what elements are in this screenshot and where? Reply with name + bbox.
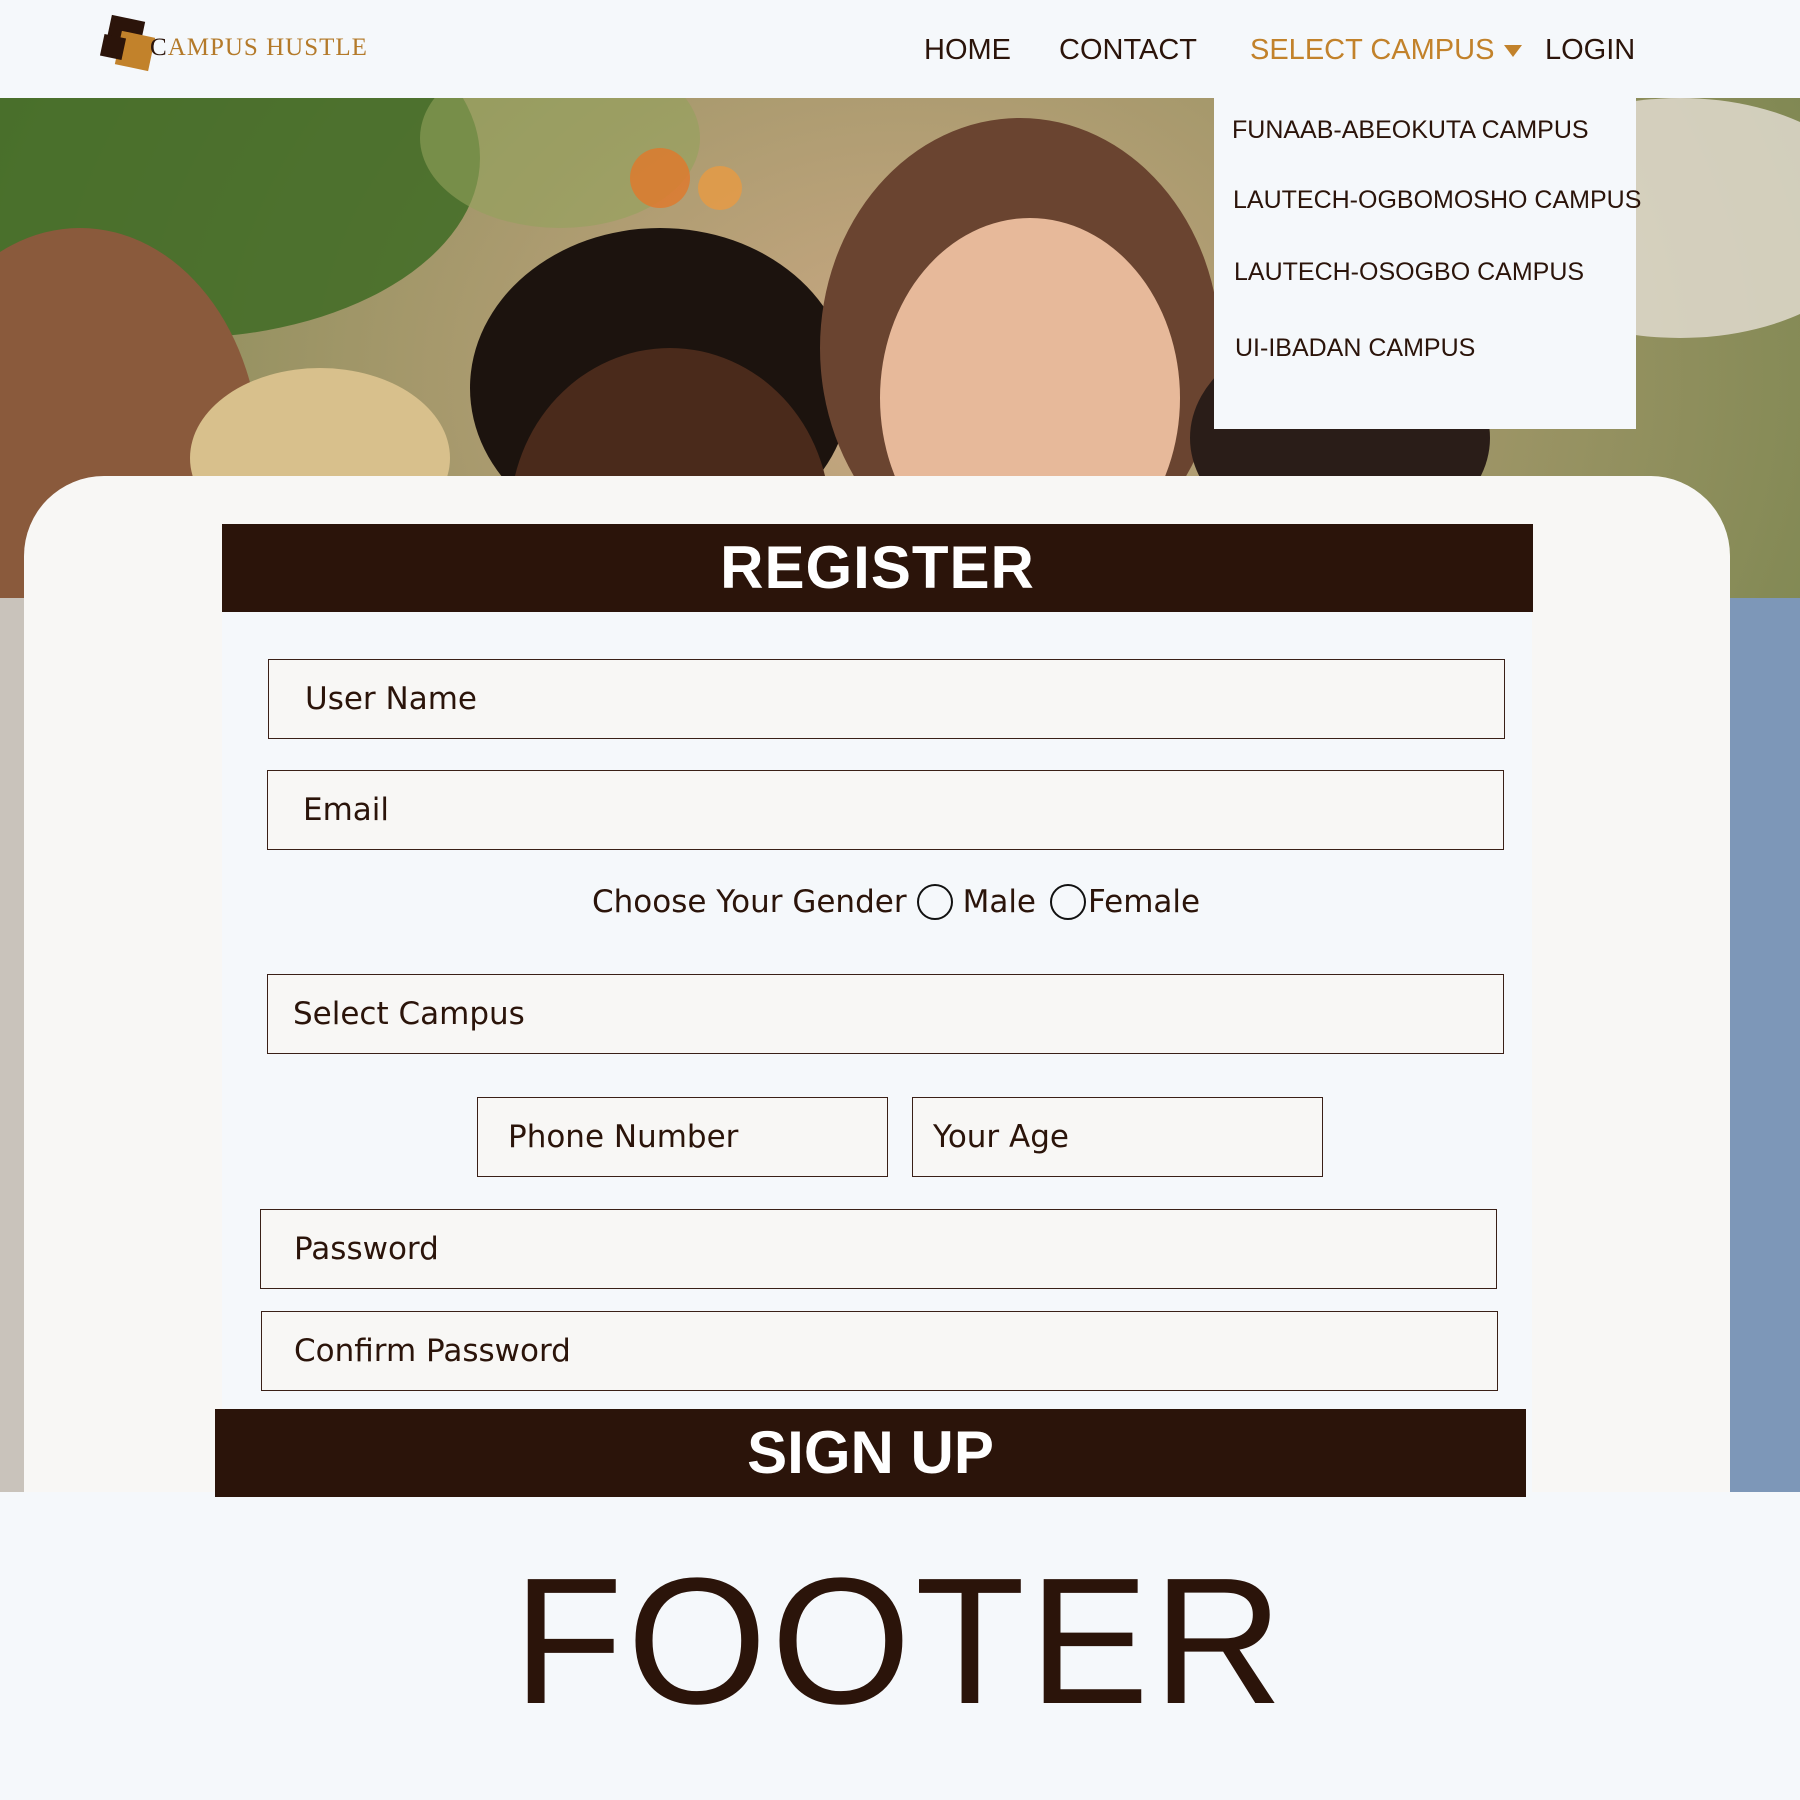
confirm-password-input[interactable]: Confirm Password <box>261 1311 1498 1391</box>
phone-input[interactable]: Phone Number <box>477 1097 888 1177</box>
nav-login-link[interactable]: LOGIN <box>1545 34 1635 67</box>
footer-text: FOOTER <box>513 1541 1287 1742</box>
male-label: Male <box>962 884 1037 920</box>
nav-select-campus-link[interactable]: SELECT CAMPUS <box>1250 34 1523 67</box>
dropdown-item-lautech-osogbo[interactable]: LAUTECH-OSOGBO CAMPUS <box>1234 258 1584 287</box>
register-heading: REGISTER <box>222 524 1533 612</box>
chevron-down-icon <box>1504 45 1523 58</box>
dropdown-item-lautech-ogbomosho[interactable]: LAUTECH-OGBOMOSHO CAMPUS <box>1233 186 1641 215</box>
logo-icon <box>99 14 156 72</box>
footer: FOOTER <box>0 1492 1800 1800</box>
gender-selector: Choose Your Gender Male Female <box>592 884 1200 920</box>
logo-text: CAMPUS HUSTLE <box>150 34 368 61</box>
female-radio[interactable] <box>1050 884 1087 920</box>
male-radio[interactable] <box>916 884 953 920</box>
dropdown-item-ui-ibadan[interactable]: UI-IBADAN CAMPUS <box>1235 334 1475 363</box>
password-input[interactable]: Password <box>260 1209 1497 1289</box>
campus-dropdown-menu: FUNAAB-ABEOKUTA CAMPUS LAUTECH-OGBOMOSHO… <box>1214 74 1641 429</box>
campus-select[interactable]: Select Campus <box>267 974 1504 1054</box>
nav-select-campus-label: SELECT CAMPUS <box>1250 34 1495 66</box>
logo[interactable]: CAMPUS HUSTLE <box>98 14 367 74</box>
username-input[interactable]: User Name <box>268 659 1505 739</box>
gender-label: Choose Your Gender <box>592 884 907 920</box>
dropdown-item-funaab[interactable]: FUNAAB-ABEOKUTA CAMPUS <box>1232 116 1589 145</box>
sign-up-button[interactable]: SIGN UP <box>215 1409 1526 1497</box>
female-label: Female <box>1088 884 1201 920</box>
age-input[interactable]: Your Age <box>912 1097 1323 1177</box>
email-input[interactable]: Email <box>267 770 1504 850</box>
nav-contact-link[interactable]: CONTACT <box>1059 34 1197 67</box>
nav-home-link[interactable]: HOME <box>924 34 1011 67</box>
